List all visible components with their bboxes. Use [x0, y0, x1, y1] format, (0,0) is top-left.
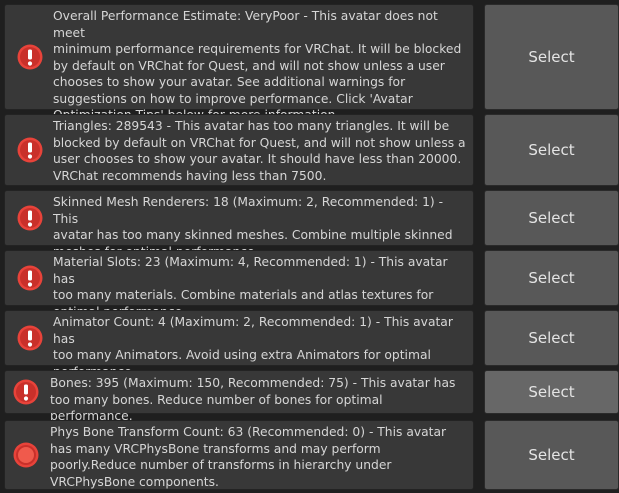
warning-message-box: Bones: 395 (Maximum: 150, Recommended: 7… — [4, 370, 474, 423]
warning-message-box: Triangles: 289543 - This avatar has too … — [4, 114, 474, 186]
warning-row-material-slots: Material Slots: 23 (Maximum: 4, Recommen… — [0, 250, 619, 319]
warning-row-skinned-mesh: Skinned Mesh Renderers: 18 (Maximum: 2, … — [0, 190, 619, 259]
warning-message-box: Material Slots: 23 (Maximum: 4, Recommen… — [4, 250, 474, 319]
select-button[interactable]: Select — [484, 370, 619, 414]
warning-text: Bones: 395 (Maximum: 150, Recommended: 7… — [50, 376, 456, 423]
warning-row-bones: Bones: 395 (Maximum: 150, Recommended: 7… — [0, 370, 619, 423]
error-exclamation-icon — [17, 265, 43, 291]
select-button[interactable]: Select — [484, 420, 619, 490]
warning-text: Triangles: 289543 - This avatar has too … — [53, 119, 466, 183]
select-button[interactable]: Select — [484, 250, 619, 306]
error-dot-icon — [13, 442, 39, 468]
error-exclamation-icon — [17, 137, 43, 163]
warning-row-animator-count: Animator Count: 4 (Maximum: 2, Recommend… — [0, 310, 619, 379]
select-button[interactable]: Select — [484, 190, 619, 246]
select-button[interactable]: Select — [484, 310, 619, 366]
select-button[interactable]: Select — [484, 114, 619, 186]
error-exclamation-icon — [13, 379, 39, 405]
warning-message-box: Overall Performance Estimate: VeryPoor -… — [4, 4, 474, 122]
error-exclamation-icon — [17, 325, 43, 351]
error-exclamation-icon — [17, 205, 43, 231]
warning-row-overall-performance: Overall Performance Estimate: VeryPoor -… — [0, 4, 619, 122]
error-exclamation-icon — [17, 44, 43, 70]
warning-message-box: Skinned Mesh Renderers: 18 (Maximum: 2, … — [4, 190, 474, 259]
select-button[interactable]: Select — [484, 4, 619, 110]
warning-row-triangles: Triangles: 289543 - This avatar has too … — [0, 114, 619, 186]
warning-text: Phys Bone Transform Count: 63 (Recommend… — [50, 425, 447, 489]
warning-message-box: Animator Count: 4 (Maximum: 2, Recommend… — [4, 310, 474, 379]
warning-row-phys-bone: Phys Bone Transform Count: 63 (Recommend… — [0, 420, 619, 490]
warning-message-box: Phys Bone Transform Count: 63 (Recommend… — [4, 420, 474, 490]
warning-text: Overall Performance Estimate: VeryPoor -… — [53, 9, 462, 122]
